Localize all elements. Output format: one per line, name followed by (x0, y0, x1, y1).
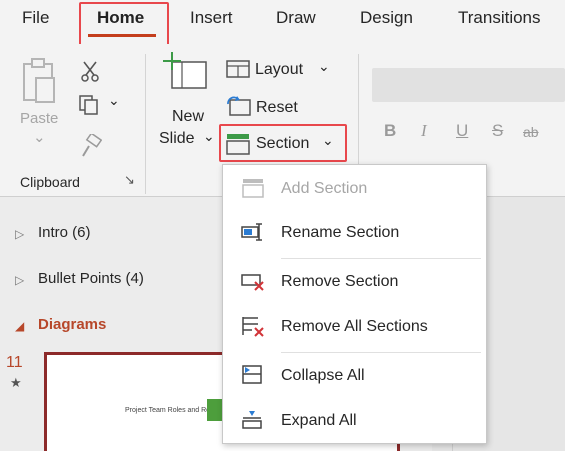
group-separator (145, 54, 146, 194)
layout-button[interactable]: Layout ⌄ (226, 58, 336, 84)
tab-home[interactable]: Home (97, 8, 144, 28)
section-button[interactable]: Section ⌄ (226, 132, 341, 158)
active-tab-underline (88, 34, 156, 37)
tab-insert[interactable]: Insert (190, 8, 233, 28)
remove-all-sections-icon (242, 317, 264, 337)
new-slide-dropdown-icon: ⌄ (203, 128, 215, 144)
add-section-icon (242, 179, 264, 198)
expand-all-icon (242, 411, 262, 429)
reset-label: Reset (256, 99, 298, 116)
tab-design[interactable]: Design (360, 8, 413, 28)
animation-star-icon: ★ (10, 375, 22, 390)
layout-dropdown-icon: ⌄ (318, 58, 330, 74)
menu-item-label: Add Section (281, 180, 368, 197)
paste-dropdown-icon: ⌄ (33, 129, 46, 146)
cut-icon[interactable] (80, 60, 100, 82)
ribbon-tab-bar: File Home Insert Draw Design Transitions (0, 0, 565, 44)
menu-item-label: Rename Section (281, 224, 400, 241)
paste-label: Paste (20, 110, 59, 127)
section-dropdown-menu: Add Section Rename Section Remove Sectio… (222, 164, 487, 444)
menu-item-label: Expand All (281, 412, 357, 429)
copy-dropdown-icon: ⌄ (108, 92, 120, 108)
slide-number: 11 (6, 354, 23, 371)
menu-item-remove-section[interactable]: Remove Section (223, 262, 488, 302)
expanded-arrow-icon: ◢ (15, 319, 25, 333)
copy-button[interactable]: ⌄ (78, 92, 128, 116)
underline-button[interactable]: U (456, 121, 468, 141)
menu-separator (281, 352, 481, 353)
tab-file[interactable]: File (22, 8, 49, 28)
section-intro-label: Intro (6) (38, 224, 91, 241)
section-label: Section (256, 135, 310, 152)
collapse-all-icon (242, 365, 262, 384)
collapsed-arrow-icon: ▷ (15, 273, 25, 287)
menu-item-remove-all-sections[interactable]: Remove All Sections (223, 307, 488, 347)
strikethrough-ab-button[interactable]: ab (523, 124, 539, 140)
layout-icon (226, 60, 250, 78)
menu-separator (281, 258, 481, 259)
new-slide-button[interactable]: New Slide ⌄ (156, 50, 218, 160)
format-painter-icon[interactable] (80, 134, 102, 158)
section-dropdown-icon: ⌄ (322, 132, 334, 148)
font-name-box[interactable] (372, 68, 565, 102)
tab-draw[interactable]: Draw (276, 8, 316, 28)
tab-transitions[interactable]: Transitions (458, 8, 541, 28)
menu-item-label: Remove All Sections (281, 318, 428, 335)
new-slide-label-1: New (172, 108, 205, 125)
italic-button[interactable]: I (421, 121, 427, 141)
layout-label: Layout (255, 61, 304, 78)
remove-section-icon (241, 274, 264, 291)
clipboard-group-label: Clipboard (20, 174, 80, 190)
collapsed-arrow-icon: ▷ (15, 227, 25, 241)
new-slide-icon (163, 52, 207, 89)
thumbnail-title: Project Team Roles and Re (125, 407, 211, 414)
reset-button[interactable]: Reset (226, 94, 316, 120)
menu-item-label: Collapse All (281, 367, 365, 384)
menu-item-collapse-all[interactable]: Collapse All (223, 356, 488, 396)
menu-item-add-section[interactable]: Add Section (223, 169, 488, 209)
copy-icon (79, 95, 98, 115)
new-slide-label-2: Slide (159, 130, 195, 147)
menu-item-expand-all[interactable]: Expand All (223, 401, 488, 441)
paste-icon (23, 58, 55, 103)
section-bullet-points-label: Bullet Points (4) (38, 270, 144, 287)
paste-button[interactable]: Paste ⌄ (16, 54, 64, 154)
rename-section-icon (241, 223, 262, 241)
section-diagrams-label: Diagrams (38, 316, 107, 333)
section-icon (226, 134, 250, 155)
clipboard-launcher-icon[interactable]: ↘ (124, 172, 135, 188)
strikethrough-button[interactable]: S (492, 121, 503, 141)
reset-icon (227, 96, 251, 116)
menu-item-rename-section[interactable]: Rename Section (223, 213, 488, 253)
bold-button[interactable]: B (384, 121, 396, 141)
menu-item-label: Remove Section (281, 273, 399, 290)
